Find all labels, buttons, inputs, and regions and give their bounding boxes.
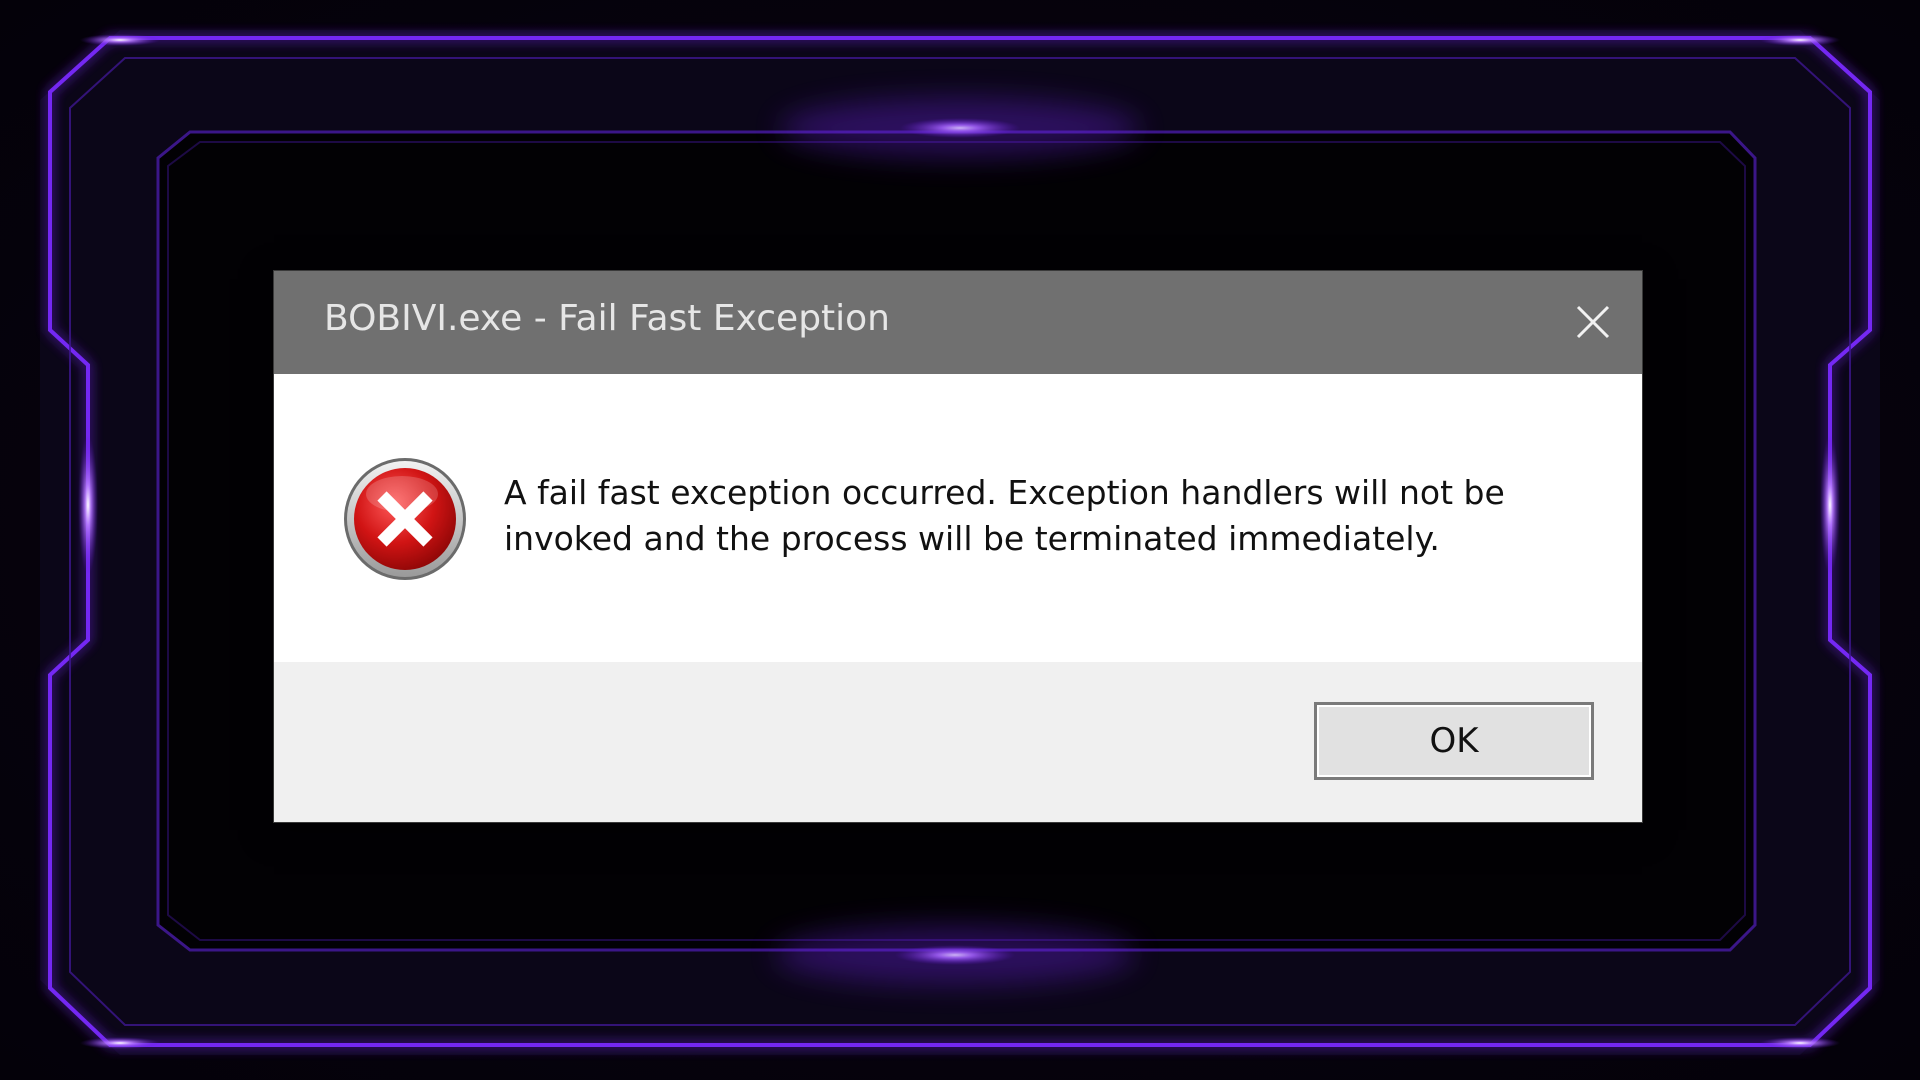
error-icon — [342, 456, 468, 582]
close-button[interactable] — [1562, 291, 1624, 353]
error-message: A fail fast exception occurred. Exceptio… — [504, 473, 1505, 558]
ok-button[interactable]: OK — [1314, 702, 1594, 780]
close-icon — [1576, 305, 1610, 339]
dialog-titlebar[interactable]: BOBIVI.exe - Fail Fast Exception — [274, 271, 1642, 374]
background-stage: BOBIVI.exe - Fail Fast Exception A fail … — [0, 0, 1920, 1080]
dialog-footer: OK — [274, 662, 1642, 822]
dialog-title: BOBIVI.exe - Fail Fast Exception — [324, 298, 890, 339]
error-dialog: BOBIVI.exe - Fail Fast Exception A fail … — [274, 271, 1642, 822]
dialog-content: A fail fast exception occurred. Exceptio… — [274, 374, 1642, 662]
